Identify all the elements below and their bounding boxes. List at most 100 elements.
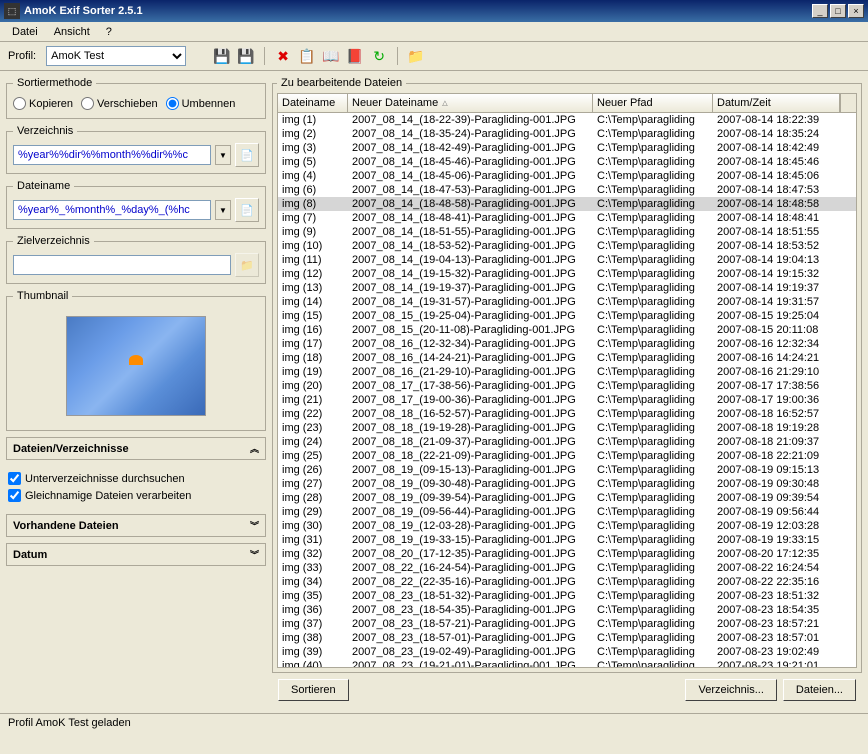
table-row[interactable]: img (27)2007_08_19_(09-30-48)-Paraglidin… bbox=[278, 477, 856, 491]
add-directory-button[interactable]: Verzeichnis... bbox=[685, 679, 776, 701]
table-row[interactable]: img (24)2007_08_18_(21-09-37)-Paraglidin… bbox=[278, 435, 856, 449]
cell-newfilename: 2007_08_14_(18-48-58)-Paragliding-001.JP… bbox=[348, 197, 593, 211]
table-body[interactable]: img (1)2007_08_14_(18-22-39)-Paragliding… bbox=[278, 113, 856, 667]
cell-datetime: 2007-08-22 16:24:54 bbox=[713, 561, 856, 575]
cell-newfilename: 2007_08_17_(17-38-56)-Paragliding-001.JP… bbox=[348, 379, 593, 393]
table-row[interactable]: img (4)2007_08_14_(18-45-06)-Paragliding… bbox=[278, 169, 856, 183]
table-row[interactable]: img (38)2007_08_23_(18-57-01)-Paraglidin… bbox=[278, 631, 856, 645]
thumbnail-image bbox=[66, 316, 206, 416]
table-row[interactable]: img (14)2007_08_14_(19-31-57)-Paraglidin… bbox=[278, 295, 856, 309]
cell-newpath: C:\Temp\paragliding bbox=[593, 309, 713, 323]
table-row[interactable]: img (33)2007_08_22_(16-24-54)-Paraglidin… bbox=[278, 561, 856, 575]
accordion-files-header[interactable]: Dateien/Verzeichnisse ︽ bbox=[6, 437, 266, 460]
delete-icon[interactable]: ✖ bbox=[273, 46, 293, 66]
table-row[interactable]: img (19)2007_08_16_(21-29-10)-Paraglidin… bbox=[278, 365, 856, 379]
table-row[interactable]: img (23)2007_08_18_(19-19-28)-Paraglidin… bbox=[278, 421, 856, 435]
table-row[interactable]: img (31)2007_08_19_(19-33-15)-Paraglidin… bbox=[278, 533, 856, 547]
column-datetime[interactable]: Datum/Zeit bbox=[713, 94, 840, 112]
table-row[interactable]: img (20)2007_08_17_(17-38-56)-Paraglidin… bbox=[278, 379, 856, 393]
sort-asc-icon: △ bbox=[442, 99, 447, 107]
table-row[interactable]: img (22)2007_08_18_(16-52-57)-Paraglidin… bbox=[278, 407, 856, 421]
table-row[interactable]: img (17)2007_08_16_(12-32-34)-Paraglidin… bbox=[278, 337, 856, 351]
column-newfilename[interactable]: Neuer Dateiname △ bbox=[348, 94, 593, 112]
table-row[interactable]: img (10)2007_08_14_(18-53-52)-Paraglidin… bbox=[278, 239, 856, 253]
directory-input[interactable] bbox=[13, 145, 211, 165]
cell-datetime: 2007-08-14 18:48:58 bbox=[713, 197, 856, 211]
profile-select[interactable]: AmoK Test bbox=[46, 46, 186, 66]
radio-copy[interactable]: Kopieren bbox=[13, 97, 73, 110]
cell-newpath: C:\Temp\paragliding bbox=[593, 393, 713, 407]
accordion-existing-header[interactable]: Vorhandene Dateien ︾ bbox=[6, 514, 266, 537]
table-header: Dateiname Neuer Dateiname △ Neuer Pfad D… bbox=[278, 94, 856, 113]
table-row[interactable]: img (26)2007_08_19_(09-15-13)-Paraglidin… bbox=[278, 463, 856, 477]
cell-filename: img (6) bbox=[278, 183, 348, 197]
table-row[interactable]: img (6)2007_08_14_(18-47-53)-Paragliding… bbox=[278, 183, 856, 197]
table-row[interactable]: img (25)2007_08_18_(22-21-09)-Paraglidin… bbox=[278, 449, 856, 463]
table-row[interactable]: img (1)2007_08_14_(18-22-39)-Paragliding… bbox=[278, 113, 856, 127]
cell-newpath: C:\Temp\paragliding bbox=[593, 449, 713, 463]
checkbox-subdirs[interactable]: Unterverzeichnisse durchsuchen bbox=[8, 470, 264, 487]
book-open-icon[interactable]: 📖 bbox=[321, 46, 341, 66]
book-icon[interactable]: 📕 bbox=[345, 46, 365, 66]
cell-newpath: C:\Temp\paragliding bbox=[593, 239, 713, 253]
table-row[interactable]: img (36)2007_08_23_(18-54-35)-Paraglidin… bbox=[278, 603, 856, 617]
checkbox-samename[interactable]: Gleichnamige Dateien verarbeiten bbox=[8, 487, 264, 504]
table-row[interactable]: img (30)2007_08_19_(12-03-28)-Paraglidin… bbox=[278, 519, 856, 533]
toolbar: Profil: AmoK Test 💾 💾 ✖ 📋 📖 📕 ↻ 📁 bbox=[0, 42, 868, 71]
table-row[interactable]: img (15)2007_08_15_(19-25-04)-Paraglidin… bbox=[278, 309, 856, 323]
table-row[interactable]: img (5)2007_08_14_(18-45-46)-Paragliding… bbox=[278, 155, 856, 169]
table-row[interactable]: img (34)2007_08_22_(22-35-16)-Paraglidin… bbox=[278, 575, 856, 589]
cell-datetime: 2007-08-14 18:51:55 bbox=[713, 225, 856, 239]
cell-filename: img (33) bbox=[278, 561, 348, 575]
table-row[interactable]: img (37)2007_08_23_(18-57-21)-Paraglidin… bbox=[278, 617, 856, 631]
directory-dropdown-button[interactable]: ▼ bbox=[215, 145, 231, 165]
radio-rename[interactable]: Umbennen bbox=[166, 97, 236, 110]
table-row[interactable]: img (16)2007_08_15_(20-11-08)-Paraglidin… bbox=[278, 323, 856, 337]
folder-icon[interactable]: 📁 bbox=[406, 46, 426, 66]
save-profile-icon[interactable]: 💾 bbox=[212, 46, 232, 66]
cell-newfilename: 2007_08_18_(21-09-37)-Paragliding-001.JP… bbox=[348, 435, 593, 449]
cell-filename: img (25) bbox=[278, 449, 348, 463]
menu-help[interactable]: ? bbox=[98, 24, 120, 40]
filename-input[interactable] bbox=[13, 200, 211, 220]
maximize-button[interactable]: □ bbox=[830, 4, 846, 18]
minimize-button[interactable]: _ bbox=[812, 4, 828, 18]
sort-button[interactable]: Sortieren bbox=[278, 679, 349, 701]
accordion-date-header[interactable]: Datum ︾ bbox=[6, 543, 266, 566]
save-as-icon[interactable]: 💾 bbox=[236, 46, 256, 66]
menu-view[interactable]: Ansicht bbox=[46, 24, 98, 40]
table-row[interactable]: img (12)2007_08_14_(19-15-32)-Paraglidin… bbox=[278, 267, 856, 281]
column-newpath[interactable]: Neuer Pfad bbox=[593, 94, 713, 112]
table-row[interactable]: img (3)2007_08_14_(18-42-49)-Paragliding… bbox=[278, 141, 856, 155]
refresh-icon[interactable]: ↻ bbox=[369, 46, 389, 66]
close-button[interactable]: × bbox=[848, 4, 864, 18]
table-row[interactable]: img (29)2007_08_19_(09-56-44)-Paraglidin… bbox=[278, 505, 856, 519]
copy-icon[interactable]: 📋 bbox=[297, 46, 317, 66]
sort-method-group: Sortiermethode Kopieren Verschieben Umbe… bbox=[6, 77, 266, 119]
table-row[interactable]: img (39)2007_08_23_(19-02-49)-Paraglidin… bbox=[278, 645, 856, 659]
cell-newpath: C:\Temp\paragliding bbox=[593, 435, 713, 449]
table-row[interactable]: img (32)2007_08_20_(17-12-35)-Paraglidin… bbox=[278, 547, 856, 561]
cell-filename: img (17) bbox=[278, 337, 348, 351]
radio-move[interactable]: Verschieben bbox=[81, 97, 158, 110]
table-row[interactable]: img (21)2007_08_17_(19-00-36)-Paraglidin… bbox=[278, 393, 856, 407]
cell-datetime: 2007-08-16 21:29:10 bbox=[713, 365, 856, 379]
table-row[interactable]: img (28)2007_08_19_(09-39-54)-Paraglidin… bbox=[278, 491, 856, 505]
table-row[interactable]: img (40)2007_08_23_(19-21-01)-Paraglidin… bbox=[278, 659, 856, 667]
table-row[interactable]: img (18)2007_08_16_(14-24-21)-Paraglidin… bbox=[278, 351, 856, 365]
filename-dropdown-button[interactable]: ▼ bbox=[215, 200, 231, 220]
add-files-button[interactable]: Dateien... bbox=[783, 679, 856, 701]
table-row[interactable]: img (13)2007_08_14_(19-19-37)-Paraglidin… bbox=[278, 281, 856, 295]
filename-browse-button[interactable]: 📄 bbox=[235, 198, 259, 222]
table-row[interactable]: img (7)2007_08_14_(18-48-41)-Paragliding… bbox=[278, 211, 856, 225]
target-browse-button[interactable]: 📁 bbox=[235, 253, 259, 277]
table-row[interactable]: img (11)2007_08_14_(19-04-13)-Paraglidin… bbox=[278, 253, 856, 267]
directory-browse-button[interactable]: 📄 bbox=[235, 143, 259, 167]
table-row[interactable]: img (35)2007_08_23_(18-51-32)-Paraglidin… bbox=[278, 589, 856, 603]
column-filename[interactable]: Dateiname bbox=[278, 94, 348, 112]
table-row[interactable]: img (9)2007_08_14_(18-51-55)-Paragliding… bbox=[278, 225, 856, 239]
menu-file[interactable]: Datei bbox=[4, 24, 46, 40]
table-row[interactable]: img (8)2007_08_14_(18-48-58)-Paragliding… bbox=[278, 197, 856, 211]
cell-newfilename: 2007_08_23_(19-21-01)-Paragliding-001.JP… bbox=[348, 659, 593, 667]
table-row[interactable]: img (2)2007_08_14_(18-35-24)-Paragliding… bbox=[278, 127, 856, 141]
